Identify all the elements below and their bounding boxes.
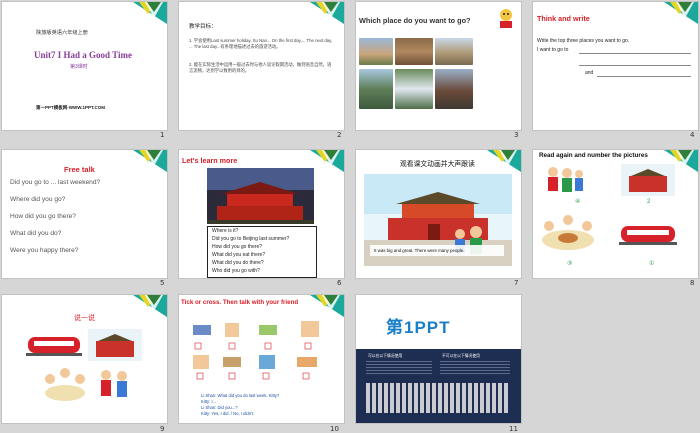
slide-thumbnail-10[interactable]: Tick or cross. Then talk with your frien… (179, 295, 344, 423)
instruction-text: Write the top three places you want to g… (537, 38, 630, 44)
slide-heading: Which place do you want to go? (359, 16, 471, 25)
book-title: 陕旅版英语六年级上册 (36, 30, 88, 36)
picture-label: ④ (575, 199, 581, 205)
caption-bar: It was big and great. There were many pe… (370, 245, 504, 256)
slide-thumbnail-6[interactable]: Let's learn more Where is it? Did you go… (179, 150, 344, 278)
slide-number: 11 (509, 425, 518, 433)
answer-line (579, 65, 691, 66)
slide-thumbnail-2[interactable]: 教学目标： 1. 学会使用Last summer holiday, Su Nan… (179, 2, 344, 130)
slide-number: 5 (160, 279, 165, 287)
photo-pagoda (435, 38, 473, 65)
picture-gate-icon (88, 329, 142, 361)
picture-train-icon (619, 226, 677, 245)
slide-number: 1 (160, 131, 165, 139)
question-2: Where did you go? (10, 196, 66, 203)
picture-family-icon (101, 370, 127, 397)
slide-thumbnail-4[interactable]: Think and write Write the top three plac… (533, 2, 698, 130)
slide-number: 3 (514, 131, 519, 139)
sentence-and: and (585, 70, 594, 76)
objective-2: 2. 能在实际生活中运用一般过去时与他人谈论假期活动，做到语音自然，语言流畅，达… (189, 62, 332, 73)
footer-text: 第一PPT模板网-WWW.1PPT.COM (36, 105, 105, 110)
question-1: Did you go to ... last weekend? (10, 179, 101, 186)
slide-heading: Tick or cross. Then talk with your frien… (181, 299, 299, 306)
allowed-title: 可以在以下情况使用 (368, 354, 403, 358)
slide-thumbnail-5[interactable]: Free talk Did you go to ... last weekend… (2, 150, 167, 278)
slide-heading: 说一说 (74, 314, 95, 322)
slide-number: 7 (514, 279, 519, 287)
question-6: Who did you go with? (212, 268, 260, 274)
slide-thumbnail-1[interactable]: 陕旅版英语六年级上册 Unit7 I Had a Good Time 第3课时 … (2, 2, 167, 130)
objective-1: 1. 学会使用Last summer holiday, Su Nan... On… (189, 38, 333, 49)
slide-thumbnail-7[interactable]: 观看课文动画并大声跟读 It was big and great. There … (356, 150, 521, 278)
corner-decoration-icon (664, 2, 698, 24)
photo-mountain (359, 69, 393, 109)
question-1: Where is it? (212, 228, 239, 234)
question-5: What did you do there? (212, 260, 264, 266)
qr-code-grid (366, 383, 510, 413)
slide-number: 6 (337, 279, 342, 287)
unit-title: Unit7 I Had a Good Time (34, 50, 132, 60)
slide-number: 2 (337, 131, 342, 139)
slide-heading: Free talk (64, 165, 95, 174)
question-2: Did you go to Beijing last summer? (212, 236, 290, 242)
corner-decoration-icon (133, 150, 167, 172)
slide-number: 8 (690, 279, 695, 287)
question-4: What did you eat there? (212, 252, 266, 258)
activity-pictures (193, 321, 319, 380)
picture-label: ③ (567, 261, 573, 267)
slide-heading: Think and write (537, 14, 590, 23)
picture-dinner-icon (45, 368, 85, 401)
slide-heading: Let's learn more (182, 156, 238, 165)
tiananmen-photo (207, 168, 314, 224)
question-5: Were you happy there? (10, 247, 79, 254)
allowed-text-lines (366, 361, 432, 375)
caption-text: It was big and great. There were many pe… (374, 248, 465, 253)
slide-heading: Read again and number the pictures (539, 152, 648, 159)
slide-thumbnail-9[interactable]: 说一说 (2, 295, 167, 423)
slide-heading: 教学目标： (189, 24, 217, 30)
slide-thumbnail-3[interactable]: Which place do you want to go? (356, 2, 521, 130)
dialog-line-4: Kitty: Yes, I did. / No, I didn't. (201, 411, 255, 416)
slide-number: 10 (330, 425, 339, 433)
photo-waterfall (395, 69, 433, 109)
slide-heading: 观看课文动画并大声跟读 (400, 160, 475, 168)
photo-terracotta-warriors (395, 38, 433, 65)
corner-decoration-icon (133, 295, 167, 317)
answer-line (597, 76, 691, 77)
corner-decoration-icon (310, 150, 344, 172)
question-3: How did you go there? (10, 213, 76, 220)
sentence-start: I want to go to (537, 47, 569, 53)
photo-great-wall (359, 38, 393, 65)
ppt-logo: 第1PPT (386, 318, 451, 337)
question-4: What did you do? (10, 230, 62, 237)
cartoon-mascot-icon (500, 9, 512, 28)
question-box: Where is it? Did you go to Beijing last … (207, 226, 317, 278)
picture-dinner-icon (542, 215, 594, 250)
slide-number: 4 (690, 131, 695, 139)
slide-thumbnail-8[interactable]: Read again and number the pictures ④ 2 ③… (533, 150, 698, 278)
picture-train-icon (26, 337, 82, 356)
corner-decoration-icon (487, 150, 521, 172)
lesson-label: 第3课时 (70, 64, 88, 70)
info-band: 可以在以下情况使用 不可以在以下情况使用 (356, 349, 521, 423)
forbidden-text-lines (440, 361, 510, 375)
question-3: How did you go there? (212, 244, 263, 250)
corner-decoration-icon (133, 2, 167, 24)
photo-temple (435, 69, 473, 109)
forbidden-title: 不可以在以下情况使用 (442, 354, 480, 358)
slide-thumbnail-11[interactable]: 第1PPT 可以在以下情况使用 不可以在以下情况使用 (356, 295, 521, 423)
picture-family-icon (548, 167, 583, 192)
picture-label: 2 (647, 199, 651, 205)
picture-label: ① (649, 261, 655, 267)
picture-gate-icon (621, 164, 675, 196)
corner-decoration-icon (310, 2, 344, 24)
answer-line (579, 53, 691, 54)
slide-number: 9 (160, 425, 165, 433)
